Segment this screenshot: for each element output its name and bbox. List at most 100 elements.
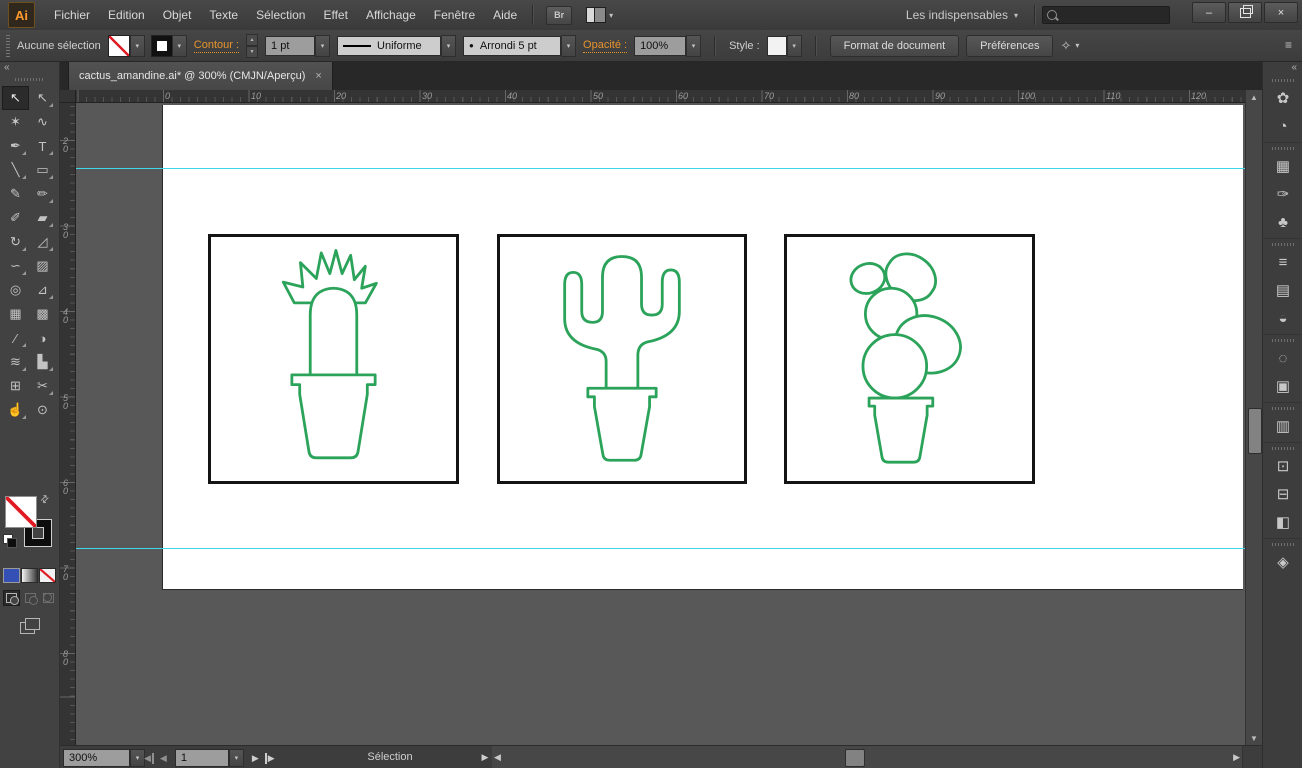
search-input[interactable] [1061,8,1155,22]
tool-line-segment[interactable]: ╲ [2,158,29,182]
scroll-down-icon[interactable]: ▼ [1246,731,1262,745]
panel-grip[interactable] [1271,79,1294,82]
tool-scale[interactable]: ◿ [29,230,56,254]
scroll-up-icon[interactable]: ▲ [1246,90,1262,104]
tool-type[interactable]: T [29,134,56,158]
fill-color-control[interactable]: ▾ [107,34,145,57]
align-panel-icon[interactable]: ⊟ [1263,480,1302,508]
graphic-style-control[interactable]: ▾ [766,34,802,57]
brush-value[interactable]: ● Arrondi 5 pt [463,35,562,56]
cactus-2-frame[interactable] [497,234,747,484]
canvas[interactable] [76,103,1245,745]
transparency-panel-icon[interactable]: ◒ [1263,304,1302,332]
tool-pencil[interactable]: ✏ [29,182,56,206]
tool-pen[interactable]: ✒ [2,134,29,158]
swatches-panel-icon[interactable]: ▦ [1263,152,1302,180]
screen-mode-button[interactable] [20,618,40,634]
vertical-scroll-thumb[interactable] [1248,408,1262,454]
stroke-width-value[interactable]: 1 pt [265,35,316,56]
opacity-combo[interactable]: 100% ▾ [634,34,702,57]
vertical-ruler[interactable]: 20 30 40 50 60 70 80 [60,103,76,745]
swap-fill-stroke-icon[interactable]: ⇄ [38,493,52,507]
restore-button[interactable] [1228,2,1262,23]
gradient-panel-icon[interactable]: ▤ [1263,276,1302,304]
stroke-width-stepper[interactable]: ▲ ▼ [246,33,259,58]
chevron-down-icon[interactable]: ▾ [786,34,802,57]
none-mode-button[interactable] [39,568,56,583]
brush-definition[interactable]: ● Arrondi 5 pt ▾ [463,34,577,57]
menu-fichier[interactable]: Fichier [45,2,99,28]
layers-panel-icon[interactable]: ◈ [1263,548,1302,576]
expand-dock-icon[interactable]: « [1263,62,1302,75]
menu-aide[interactable]: Aide [484,2,526,28]
scroll-right-icon[interactable]: ▶ [1233,746,1240,768]
zoom-level-value[interactable]: 300% [63,749,130,767]
draw-inside-button[interactable] [40,590,57,606]
panel-grip[interactable] [1271,339,1294,342]
tool-artboard[interactable]: ⊞ [2,374,29,398]
chevron-down-icon[interactable]: ▾ [171,34,187,57]
chevron-down-icon[interactable]: ▾ [129,34,145,57]
tool-column-graph[interactable]: ▙ [29,350,56,374]
panel-grip[interactable] [1271,447,1294,450]
menu-effet[interactable]: Effet [314,2,356,28]
menu-texte[interactable]: Texte [200,2,247,28]
variable-width-profile[interactable]: Uniforme ▾ [337,34,457,57]
stroke-color-control[interactable]: ▾ [150,34,187,57]
artboard-number-combo[interactable]: 1 ▾ [174,749,244,767]
last-artboard-button[interactable]: ▶ [264,752,277,764]
tool-gradient[interactable]: ▩ [29,302,56,326]
preferences-button[interactable]: Préférences [966,34,1054,57]
tool-blend[interactable]: ◑ [29,326,56,350]
zoom-level-combo[interactable]: 300% ▾ [63,749,145,767]
chevron-down-icon[interactable]: ▾ [561,34,577,57]
menu-edition[interactable]: Edition [99,2,154,28]
fill-proxy-swatch[interactable] [5,496,37,528]
panel-grip[interactable] [1271,147,1294,150]
chevron-down-icon[interactable]: ▾ [441,34,457,57]
tool-rotate[interactable]: ↻ [2,230,29,254]
opacity-panel-link[interactable]: Opacité : [583,39,628,53]
select-similar-control[interactable]: ✧ ▾ [1060,38,1079,54]
horizontal-guide[interactable] [76,168,1245,169]
panel-grip[interactable] [15,78,45,81]
color-mode-button[interactable] [3,568,20,583]
ruler-origin-corner[interactable] [60,90,76,103]
cactus-3-frame[interactable] [784,234,1035,484]
first-artboard-button[interactable]: ◀ [142,752,154,764]
tool-blob-brush[interactable]: ✐ [2,206,29,230]
panel-grip[interactable] [6,34,10,57]
panel-grip[interactable] [1271,243,1294,246]
stroke-panel-icon[interactable]: ≡ [1263,248,1302,276]
chevron-down-icon[interactable]: ▾ [228,749,244,767]
gradient-mode-button[interactable] [21,568,38,583]
horizontal-ruler[interactable]: 0 10 20 30 40 50 60 70 80 90 100 110 120 [76,90,1245,103]
tool-hand[interactable]: ☝ [2,398,29,422]
default-fill-stroke-icon[interactable] [3,534,17,548]
arrange-documents-button[interactable]: ▾ [586,7,613,23]
menu-fenetre[interactable]: Fenêtre [425,2,484,28]
tool-eraser[interactable]: ▰ [29,206,56,230]
horizontal-scroll-thumb[interactable] [845,749,865,767]
draw-behind-button[interactable] [21,590,38,606]
control-panel-menu-icon[interactable]: ≡ [1285,38,1292,52]
status-menu-icon[interactable]: ▶ [478,746,493,768]
color-panel-icon[interactable]: ✿ [1263,84,1302,112]
profile-value[interactable]: Uniforme [337,35,442,56]
opacity-value[interactable]: 100% [634,35,687,56]
horizontal-scrollbar[interactable]: ◀ ▶ [492,746,1243,768]
transform-panel-icon[interactable]: ⊡ [1263,452,1302,480]
previous-artboard-button[interactable]: ◀ [158,753,169,764]
chevron-down-icon[interactable]: ▾ [686,34,702,57]
menu-objet[interactable]: Objet [154,2,201,28]
tool-slice[interactable]: ✂ [29,374,56,398]
draw-normal-button[interactable] [3,590,21,606]
close-button[interactable]: × [1264,2,1298,23]
cactus-1-frame[interactable] [208,234,459,484]
panel-grip[interactable] [1271,407,1294,410]
artboard-number-value[interactable]: 1 [174,749,229,767]
workspace-switcher[interactable]: Les indispensables ▾ [906,8,1018,22]
close-tab-icon[interactable]: × [315,70,321,82]
tool-eyedropper[interactable]: ∕ [2,326,29,350]
stroke-width-combo[interactable]: 1 pt ▾ [265,34,331,57]
